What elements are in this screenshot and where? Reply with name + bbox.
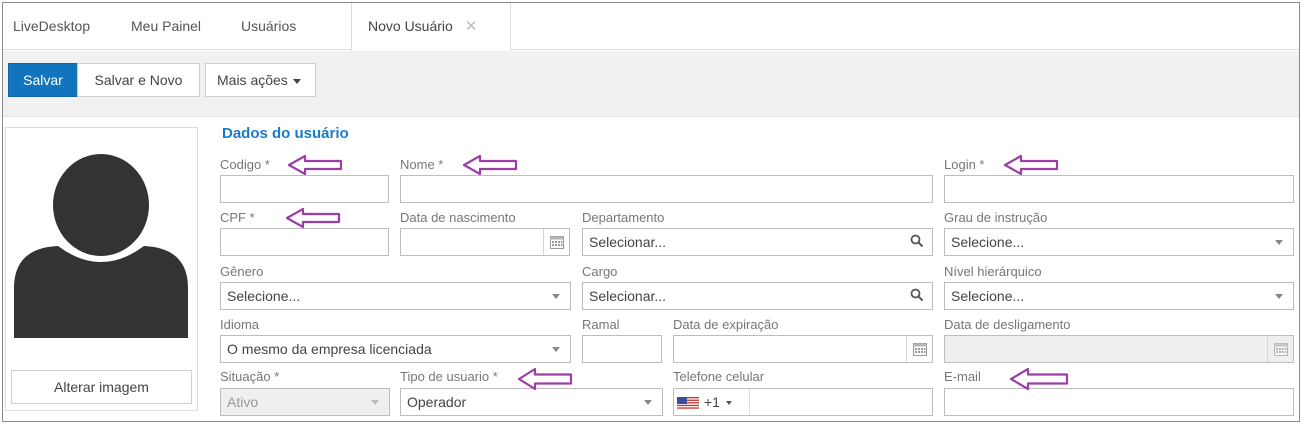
situacao-label: Situação *: [220, 369, 280, 384]
chevron-down-icon: [644, 400, 652, 405]
chevron-down-icon: [1275, 294, 1283, 299]
codigo-input[interactable]: [220, 175, 389, 203]
chevron-down-icon: [1275, 240, 1283, 245]
departamento-value: Selecionar...: [589, 234, 667, 250]
tipo-usuario-label: Tipo de usuario *: [400, 369, 498, 384]
tab-label: Novo Usuário: [368, 18, 453, 34]
annotation-arrow-icon: [462, 154, 518, 176]
search-icon[interactable]: [910, 234, 924, 248]
codigo-label: Codigo *: [220, 157, 270, 172]
dial-code: +1: [704, 394, 720, 410]
login-label: Login *: [944, 157, 985, 172]
chevron-down-icon: [725, 401, 732, 406]
email-label: E-mail: [944, 369, 981, 384]
annotation-arrow-icon: [517, 367, 573, 391]
nivel-hierarquico-label: Nível hierárquico: [944, 264, 1042, 279]
search-icon[interactable]: [910, 288, 924, 302]
avatar-silhouette-icon: [14, 154, 188, 338]
email-input[interactable]: [944, 388, 1294, 416]
chevron-down-icon: [371, 400, 379, 405]
nome-label: Nome *: [400, 157, 444, 172]
cpf-input[interactable]: [220, 228, 389, 256]
more-actions-button[interactable]: Mais ações: [205, 63, 316, 97]
annotation-arrow-icon: [1003, 154, 1059, 176]
situacao-value: Ativo: [227, 394, 259, 410]
telefone-celular-label: Telefone celular: [673, 369, 765, 384]
app-window: LiveDesktop Meu Painel Usuários Novo Usu…: [2, 2, 1300, 422]
idioma-label: Idioma: [220, 317, 260, 332]
tab-label: LiveDesktop: [13, 18, 91, 34]
data-desligamento-label: Data de desligamento: [944, 317, 1071, 332]
tab-novo-usuario[interactable]: Novo Usuário ✕: [351, 3, 511, 51]
cpf-label: CPF *: [220, 210, 255, 225]
idioma-value: O mesmo da empresa licenciada: [227, 341, 432, 357]
calendar-icon[interactable]: [543, 229, 569, 255]
departamento-label: Departamento: [582, 210, 665, 225]
grau-instrucao-value: Selecione...: [951, 234, 1025, 250]
data-nascimento-input[interactable]: [400, 228, 570, 256]
data-expiracao-input[interactable]: [673, 335, 933, 363]
avatar-panel: Alterar imagem: [5, 127, 198, 411]
calendar-icon[interactable]: [906, 336, 932, 362]
tab-label: Usuários: [241, 18, 297, 34]
tipo-usuario-value: Operador: [407, 394, 467, 410]
divider: [749, 389, 750, 415]
idioma-select[interactable]: O mesmo da empresa licenciada: [220, 335, 571, 363]
chevron-down-icon: [552, 294, 560, 299]
nome-input[interactable]: [400, 175, 933, 203]
annotation-arrow-icon: [1009, 367, 1069, 391]
cargo-select[interactable]: Selecionar...: [582, 282, 933, 310]
tab-usuarios[interactable]: Usuários: [231, 3, 306, 50]
chevron-down-icon: [552, 347, 560, 352]
situacao-select: Ativo: [220, 388, 390, 416]
genero-select[interactable]: Selecione...: [220, 282, 571, 310]
calendar-icon: [1267, 336, 1293, 362]
cargo-value: Selecionar...: [589, 288, 667, 304]
section-title: Dados do usuário: [222, 125, 349, 142]
ramal-label: Ramal: [582, 317, 620, 332]
us-flag-icon: [677, 396, 699, 410]
tab-meu-painel[interactable]: Meu Painel: [121, 3, 211, 50]
save-button[interactable]: Salvar: [8, 63, 78, 97]
chevron-down-icon: [292, 78, 301, 84]
country-code-selector[interactable]: +1: [677, 393, 732, 411]
data-desligamento-input: [944, 335, 1294, 363]
genero-label: Gênero: [220, 264, 264, 279]
grau-instrucao-select[interactable]: Selecione...: [944, 228, 1294, 256]
login-input[interactable]: [944, 175, 1294, 203]
data-nascimento-label: Data de nascimento: [400, 210, 516, 225]
nivel-hierarquico-select[interactable]: Selecione...: [944, 282, 1294, 310]
tab-label: Meu Painel: [131, 18, 202, 34]
tab-bar: LiveDesktop Meu Painel Usuários Novo Usu…: [3, 3, 1299, 51]
more-actions-label: Mais ações: [217, 72, 288, 88]
grau-instrucao-label: Grau de instrução: [944, 210, 1048, 225]
annotation-arrow-icon: [285, 207, 341, 229]
close-icon[interactable]: ✕: [465, 18, 478, 35]
tipo-usuario-select[interactable]: Operador: [400, 388, 663, 416]
change-image-button[interactable]: Alterar imagem: [11, 370, 192, 404]
toolbar: Salvar Salvar e Novo Mais ações: [3, 51, 1299, 117]
data-expiracao-label: Data de expiração: [673, 317, 779, 332]
tab-livedesktop[interactable]: LiveDesktop: [3, 3, 100, 50]
ramal-input[interactable]: [582, 335, 662, 363]
annotation-arrow-icon: [287, 154, 343, 176]
save-and-new-button[interactable]: Salvar e Novo: [77, 63, 200, 97]
nivel-hierarquico-value: Selecione...: [951, 288, 1025, 304]
genero-value: Selecione...: [227, 288, 301, 304]
cargo-label: Cargo: [582, 264, 618, 279]
telefone-celular-input[interactable]: +1: [673, 388, 933, 416]
departamento-select[interactable]: Selecionar...: [582, 228, 933, 256]
